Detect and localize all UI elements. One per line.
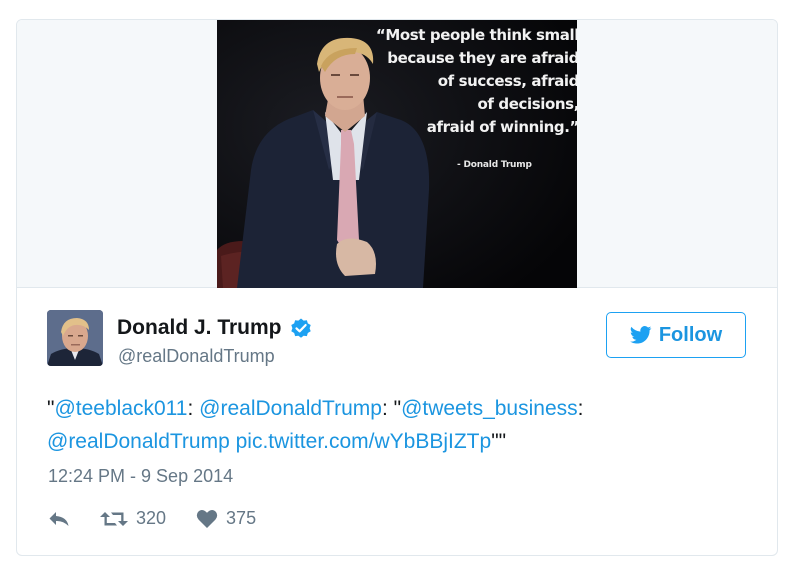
retweet-button[interactable]: 320 [100, 508, 166, 529]
retweet-icon [100, 511, 128, 526]
twitter-bird-icon [630, 326, 652, 344]
text-fragment: : " [381, 397, 402, 420]
quote-line: of decisions, [477, 95, 577, 113]
heart-icon [196, 509, 218, 528]
quote-line: of success, afraid [437, 72, 577, 90]
author-name[interactable]: Donald J. Trump [117, 316, 282, 340]
avatar[interactable] [47, 310, 103, 366]
retweet-count: 320 [136, 508, 167, 528]
author-handle[interactable]: @realDonaldTrump [118, 346, 275, 367]
tweet-text: "@teeblack011: @realDonaldTrump: "@tweet… [47, 392, 747, 458]
reply-icon [49, 511, 69, 526]
avatar-image [47, 310, 103, 366]
reply-button[interactable] [48, 510, 70, 528]
image-quote: “Most people think small because they ar… [367, 24, 577, 139]
like-button[interactable]: 375 [196, 508, 256, 529]
text-fragment: : [577, 397, 584, 420]
quote-line: afraid of winning.” [426, 118, 577, 136]
tweet-timestamp[interactable]: 12:24 PM - 9 Sep 2014 [48, 466, 233, 487]
text-fragment: : [187, 397, 200, 420]
media-link[interactable]: pic.twitter.com/wYbBBjIZTp [236, 430, 492, 453]
author-name-row[interactable]: Donald J. Trump [117, 316, 313, 340]
tweet-actions: 320 375 [48, 508, 256, 529]
verified-badge-icon [290, 318, 311, 338]
mention-link[interactable]: @realDonaldTrump [47, 430, 230, 453]
follow-label: Follow [658, 323, 723, 346]
mention-link[interactable]: @realDonaldTrump [199, 397, 382, 420]
quote-line: because they are afraid [387, 49, 577, 67]
mention-link[interactable]: @teeblack011 [54, 397, 187, 420]
tweet-card[interactable]: “Most people think small because they ar… [16, 19, 778, 556]
follow-button[interactable]: Follow [606, 312, 746, 358]
quote-attribution: - Donald Trump [457, 160, 532, 170]
like-count: 375 [226, 508, 257, 528]
tweet-photo[interactable]: “Most people think small because they ar… [217, 20, 577, 288]
text-fragment: "" [491, 430, 507, 453]
quote-line: “Most people think small [375, 26, 577, 44]
mention-link[interactable]: @tweets_business [401, 397, 578, 420]
tweet-media[interactable]: “Most people think small because they ar… [17, 20, 777, 288]
